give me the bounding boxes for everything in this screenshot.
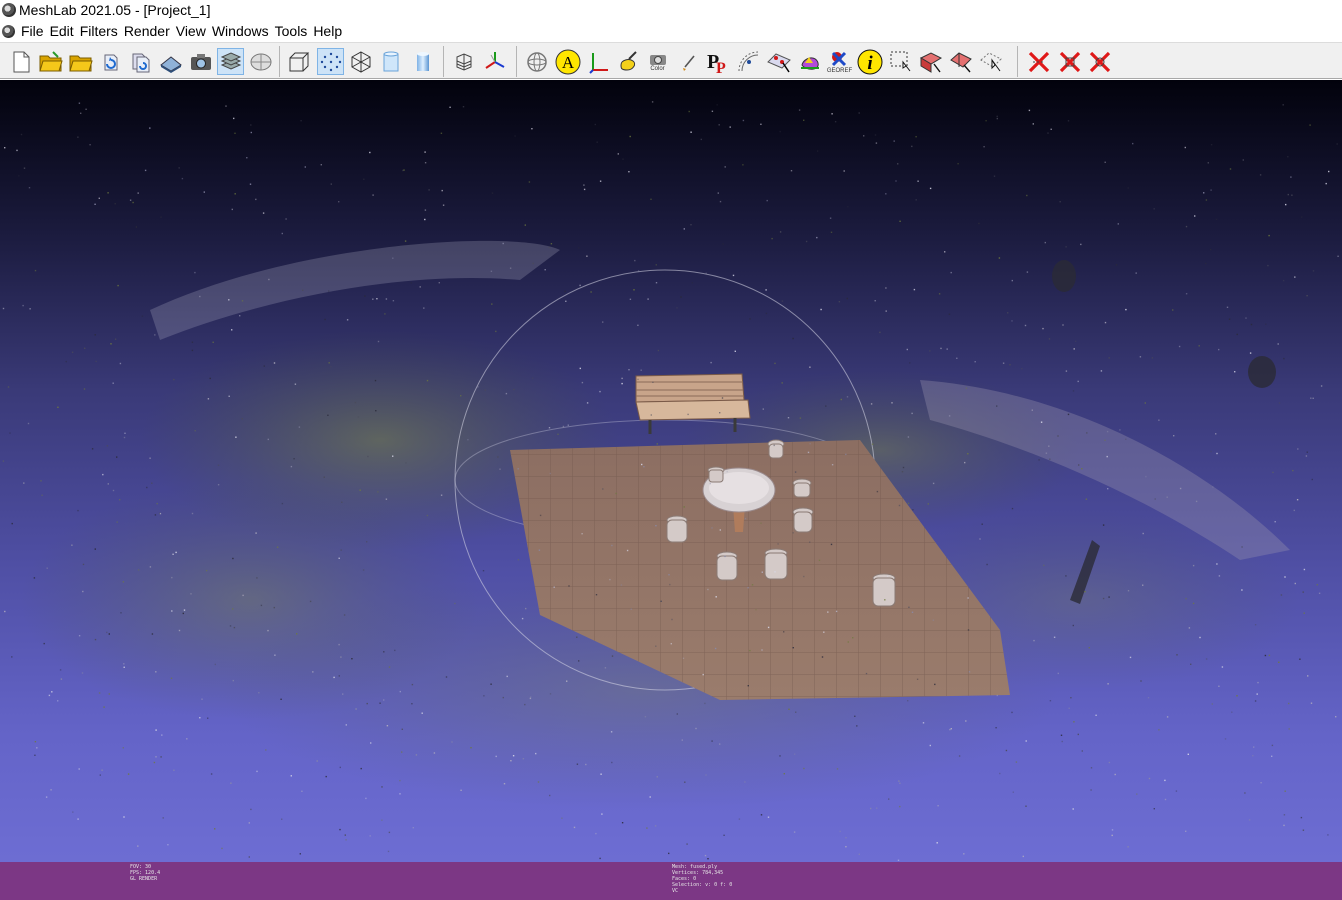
reload-all-icon[interactable] (127, 48, 154, 75)
lighting-icon[interactable] (450, 48, 477, 75)
wireframe-icon[interactable] (347, 48, 374, 75)
pp-icon[interactable]: PP (704, 48, 731, 75)
select-faces-icon[interactable] (917, 48, 944, 75)
meshlab-logo-icon (2, 3, 16, 17)
menu-edit[interactable]: Edit (47, 23, 77, 39)
window-title: MeshLab 2021.05 - [Project_1] (19, 2, 211, 18)
camera-icon[interactable]: Color (644, 48, 671, 75)
axis-icon[interactable] (481, 48, 508, 75)
brush-icon[interactable] (675, 48, 702, 75)
info-panel: FOV: 30 FPS: 120.4 GL RENDER Mesh: fused… (0, 862, 1342, 900)
paint-icon[interactable] (614, 48, 641, 75)
delete-faces-icon[interactable] (1056, 48, 1083, 75)
3d-viewport[interactable]: FOV: 30 FPS: 120.4 GL RENDER Mesh: fused… (0, 80, 1342, 900)
tree-cloud (150, 240, 560, 340)
info-left: FOV: 30 FPS: 120.4 GL RENDER (130, 864, 160, 882)
open-folder-icon[interactable] (67, 48, 94, 75)
layers-icon[interactable] (217, 48, 244, 75)
snapshot-caption: Color (650, 65, 665, 72)
annotation-a-icon[interactable]: A (554, 48, 581, 75)
delete-selection-icon[interactable] (1086, 48, 1113, 75)
georef-button[interactable]: GEOREF (826, 48, 853, 75)
info-icon[interactable]: i (856, 48, 883, 75)
select-vertices-icon[interactable] (887, 48, 914, 75)
menu-view[interactable]: View (173, 23, 209, 39)
points-icon[interactable] (317, 48, 344, 75)
open-project-icon[interactable] (37, 48, 64, 75)
menu-windows[interactable]: Windows (209, 23, 272, 39)
flat-shading-icon[interactable] (377, 48, 404, 75)
bounding-box-icon[interactable] (285, 48, 312, 75)
measure-icon[interactable] (735, 48, 762, 75)
menu-filters[interactable]: Filters (77, 23, 121, 39)
georef-label: GEOREF (826, 67, 853, 74)
svg-text:P: P (716, 60, 726, 75)
selection-text: Selection: v: 0 f: 0 (672, 882, 733, 888)
main-toolbar: A Color PP GEOREF i (0, 42, 1342, 79)
save-snapshot-icon[interactable] (157, 48, 184, 75)
menu-bar: File Edit Filters Render View Windows To… (0, 20, 1342, 42)
menu-file[interactable]: File (18, 23, 47, 39)
pick-points-icon[interactable] (765, 48, 792, 75)
point-cloud-render (2, 101, 1339, 861)
svg-text:i: i (867, 53, 873, 74)
georef-icon[interactable] (796, 48, 823, 75)
reload-icon[interactable] (97, 48, 124, 75)
smooth-shading-icon[interactable] (409, 48, 436, 75)
select-vertex-icon[interactable] (977, 48, 1004, 75)
toolbar-separator (516, 46, 517, 77)
align-axes-icon[interactable] (585, 48, 612, 75)
title-bar: MeshLab 2021.05 - [Project_1] (0, 0, 1342, 20)
toolbar-separator (443, 46, 444, 77)
toolbar-separator (279, 46, 280, 77)
document-icon[interactable] (2, 24, 15, 38)
svg-text:A: A (561, 53, 574, 72)
menu-tools[interactable]: Tools (272, 23, 311, 39)
select-connected-icon[interactable] (947, 48, 974, 75)
trackball-icon[interactable] (523, 48, 550, 75)
delete-vertices-icon[interactable] (1025, 48, 1052, 75)
menu-help[interactable]: Help (310, 23, 345, 39)
toolbar-separator (1017, 46, 1018, 77)
screenshot-icon[interactable] (187, 48, 214, 75)
vc-text: VC (672, 888, 679, 894)
menu-render[interactable]: Render (121, 23, 173, 39)
new-project-icon[interactable] (7, 48, 34, 75)
renderer-text: GL RENDER (130, 876, 158, 882)
raster-icon[interactable] (247, 48, 274, 75)
info-right: Mesh: fused.ply Vertices: 784,345 Faces:… (672, 864, 732, 894)
